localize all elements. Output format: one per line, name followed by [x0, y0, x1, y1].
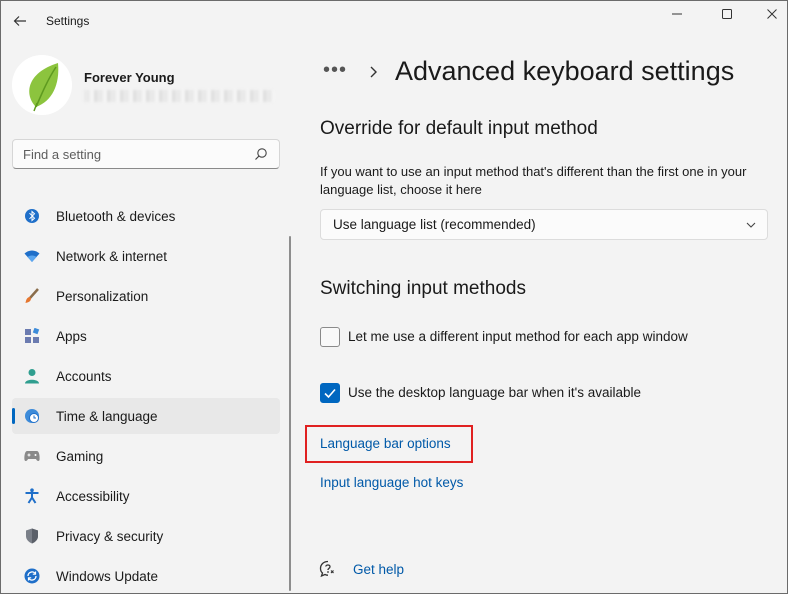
input-language-hot-keys-link[interactable]: Input language hot keys [320, 475, 463, 490]
sidebar-item-label: Apps [56, 329, 87, 344]
override-description: If you want to use an input method that'… [320, 164, 747, 197]
sidebar-item-label: Windows Update [56, 569, 159, 584]
sidebar-item-privacy[interactable]: Privacy & security [12, 518, 280, 554]
controller-icon [24, 448, 40, 464]
profile-email-redacted [84, 90, 274, 102]
leaf-avatar [12, 55, 72, 115]
back-button[interactable] [9, 10, 31, 32]
sidebar-item-label: Bluetooth & devices [56, 209, 176, 224]
sidebar-nav: Bluetooth & devices Network & internet P… [12, 198, 280, 594]
checkmark-icon [324, 388, 336, 399]
page-title: Advanced keyboard settings [395, 56, 735, 86]
sidebar-item-label: Gaming [56, 449, 104, 464]
profile-name: Forever Young [84, 70, 175, 85]
shield-icon [24, 528, 40, 544]
title-bar: Settings [1, 1, 787, 41]
accessibility-icon [24, 488, 40, 504]
minimize-icon [672, 13, 682, 15]
chevron-down-icon [746, 222, 756, 228]
sidebar-item-accounts[interactable]: Accounts [12, 358, 280, 394]
sidebar-item-windows-update[interactable]: Windows Update [12, 558, 280, 594]
maximize-icon [722, 9, 732, 19]
sidebar-item-network[interactable]: Network & internet [12, 238, 280, 274]
maximize-button[interactable] [707, 5, 747, 23]
chevron-right-icon [370, 66, 377, 78]
switching-section-heading: Switching input methods [320, 278, 526, 299]
desktop-language-bar-checkbox[interactable] [320, 383, 340, 403]
sidebar-scrollbar[interactable] [289, 236, 291, 591]
get-help-link[interactable]: Get help [353, 562, 404, 577]
breadcrumb-more-button[interactable]: ••• [323, 59, 347, 82]
close-icon [767, 9, 777, 19]
close-button[interactable] [752, 5, 788, 23]
search-icon[interactable] [254, 147, 268, 161]
back-arrow-icon [13, 16, 26, 26]
per-app-input-label[interactable]: Let me use a different input method for … [348, 329, 688, 344]
sidebar-item-personalization[interactable]: Personalization [12, 278, 280, 314]
override-section-heading: Override for default input method [320, 118, 598, 139]
highlight-annotation [305, 425, 473, 463]
avatar[interactable] [12, 55, 72, 115]
sidebar-item-gaming[interactable]: Gaming [12, 438, 280, 474]
app-title: Settings [46, 14, 90, 28]
help-icon [319, 560, 334, 578]
sidebar-item-bluetooth[interactable]: Bluetooth & devices [12, 198, 280, 234]
bluetooth-icon [24, 208, 40, 224]
search-box[interactable] [12, 139, 280, 169]
sidebar-item-label: Accounts [56, 369, 112, 384]
person-icon [24, 368, 40, 384]
wifi-icon [24, 248, 40, 264]
sidebar-item-label: Personalization [56, 289, 149, 304]
sidebar-item-label: Accessibility [56, 489, 130, 504]
sidebar-item-label: Privacy & security [56, 529, 164, 544]
search-input[interactable] [13, 140, 243, 168]
desktop-language-bar-label[interactable]: Use the desktop language bar when it's a… [348, 385, 641, 400]
minimize-button[interactable] [657, 5, 697, 23]
sidebar-item-label: Time & language [56, 409, 158, 424]
dropdown-selected-value: Use language list (recommended) [333, 217, 536, 232]
sidebar-item-apps[interactable]: Apps [12, 318, 280, 354]
apps-icon [24, 328, 40, 344]
per-app-input-checkbox[interactable] [320, 327, 340, 347]
globe-clock-icon [24, 408, 40, 424]
update-icon [24, 568, 40, 584]
sidebar-item-label: Network & internet [56, 249, 168, 264]
input-method-dropdown[interactable]: Use language list (recommended) [320, 209, 768, 240]
sidebar-item-time-language[interactable]: Time & language [12, 398, 280, 434]
brush-icon [24, 288, 40, 304]
sidebar-item-accessibility[interactable]: Accessibility [12, 478, 280, 514]
